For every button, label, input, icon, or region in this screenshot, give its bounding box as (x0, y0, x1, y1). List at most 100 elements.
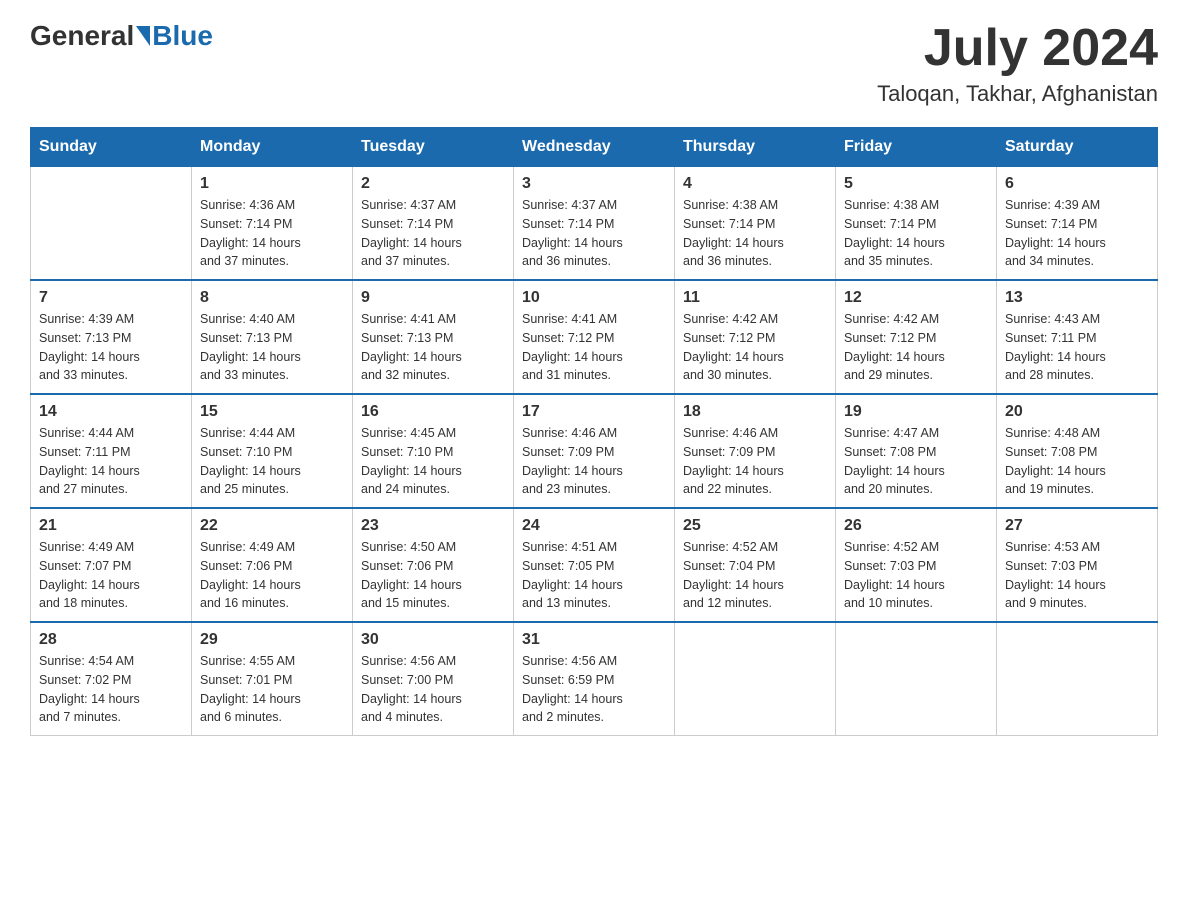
day-info: Sunrise: 4:37 AM Sunset: 7:14 PM Dayligh… (361, 196, 505, 271)
day-info: Sunrise: 4:49 AM Sunset: 7:06 PM Dayligh… (200, 538, 344, 613)
day-cell (997, 622, 1158, 736)
day-number: 17 (522, 403, 666, 421)
day-number: 15 (200, 403, 344, 421)
day-number: 12 (844, 289, 988, 307)
day-cell: 12 Sunrise: 4:42 AM Sunset: 7:12 PM Dayli… (836, 280, 997, 394)
day-cell: 6 Sunrise: 4:39 AM Sunset: 7:14 PM Daylig… (997, 167, 1158, 281)
day-cell: 9 Sunrise: 4:41 AM Sunset: 7:13 PM Daylig… (353, 280, 514, 394)
day-cell: 14 Sunrise: 4:44 AM Sunset: 7:11 PM Dayli… (31, 394, 192, 508)
day-number: 29 (200, 631, 344, 649)
day-number: 1 (200, 175, 344, 193)
day-info: Sunrise: 4:47 AM Sunset: 7:08 PM Dayligh… (844, 424, 988, 499)
day-number: 11 (683, 289, 827, 307)
day-number: 27 (1005, 517, 1149, 535)
day-cell: 16 Sunrise: 4:45 AM Sunset: 7:10 PM Dayli… (353, 394, 514, 508)
calendar-table: SundayMondayTuesdayWednesdayThursdayFrid… (30, 127, 1158, 736)
day-cell: 18Sunrise: 4:46 AM Sunset: 7:09 PM Dayli… (675, 394, 836, 508)
day-info: Sunrise: 4:42 AM Sunset: 7:12 PM Dayligh… (844, 310, 988, 385)
day-cell: 3 Sunrise: 4:37 AM Sunset: 7:14 PM Daylig… (514, 167, 675, 281)
day-number: 8 (200, 289, 344, 307)
day-info: Sunrise: 4:39 AM Sunset: 7:14 PM Dayligh… (1005, 196, 1149, 271)
header-day-wednesday: Wednesday (514, 128, 675, 167)
logo-blue-text: Blue (152, 20, 213, 52)
day-info: Sunrise: 4:38 AM Sunset: 7:14 PM Dayligh… (844, 196, 988, 271)
day-number: 22 (200, 517, 344, 535)
location-subtitle: Taloqan, Takhar, Afghanistan (877, 81, 1158, 107)
day-info: Sunrise: 4:37 AM Sunset: 7:14 PM Dayligh… (522, 196, 666, 271)
day-number: 23 (361, 517, 505, 535)
day-cell: 7Sunrise: 4:39 AM Sunset: 7:13 PM Daylig… (31, 280, 192, 394)
day-number: 28 (39, 631, 183, 649)
header-day-saturday: Saturday (997, 128, 1158, 167)
day-info: Sunrise: 4:49 AM Sunset: 7:07 PM Dayligh… (39, 538, 183, 613)
day-number: 21 (39, 517, 183, 535)
week-row-4: 21 Sunrise: 4:49 AM Sunset: 7:07 PM Dayli… (31, 508, 1158, 622)
day-number: 9 (361, 289, 505, 307)
day-info: Sunrise: 4:48 AM Sunset: 7:08 PM Dayligh… (1005, 424, 1149, 499)
day-number: 6 (1005, 175, 1149, 193)
day-cell: 13 Sunrise: 4:43 AM Sunset: 7:11 PM Dayli… (997, 280, 1158, 394)
day-info: Sunrise: 4:46 AM Sunset: 7:09 PM Dayligh… (522, 424, 666, 499)
day-cell: 4 Sunrise: 4:38 AM Sunset: 7:14 PM Daylig… (675, 167, 836, 281)
day-info: Sunrise: 4:53 AM Sunset: 7:03 PM Dayligh… (1005, 538, 1149, 613)
day-cell: 28Sunrise: 4:54 AM Sunset: 7:02 PM Dayli… (31, 622, 192, 736)
day-info: Sunrise: 4:38 AM Sunset: 7:14 PM Dayligh… (683, 196, 827, 271)
day-info: Sunrise: 4:41 AM Sunset: 7:13 PM Dayligh… (361, 310, 505, 385)
day-number: 14 (39, 403, 183, 421)
day-cell (836, 622, 997, 736)
day-number: 20 (1005, 403, 1149, 421)
day-cell: 2Sunrise: 4:37 AM Sunset: 7:14 PM Daylig… (353, 167, 514, 281)
day-number: 4 (683, 175, 827, 193)
day-info: Sunrise: 4:51 AM Sunset: 7:05 PM Dayligh… (522, 538, 666, 613)
month-year-title: July 2024 (877, 20, 1158, 77)
day-cell: 22 Sunrise: 4:49 AM Sunset: 7:06 PM Dayli… (192, 508, 353, 622)
day-cell: 20 Sunrise: 4:48 AM Sunset: 7:08 PM Dayli… (997, 394, 1158, 508)
day-info: Sunrise: 4:55 AM Sunset: 7:01 PM Dayligh… (200, 652, 344, 727)
week-row-3: 14 Sunrise: 4:44 AM Sunset: 7:11 PM Dayli… (31, 394, 1158, 508)
day-number: 13 (1005, 289, 1149, 307)
day-cell: 30 Sunrise: 4:56 AM Sunset: 7:00 PM Dayli… (353, 622, 514, 736)
day-cell (31, 167, 192, 281)
day-info: Sunrise: 4:36 AM Sunset: 7:14 PM Dayligh… (200, 196, 344, 271)
day-info: Sunrise: 4:43 AM Sunset: 7:11 PM Dayligh… (1005, 310, 1149, 385)
day-cell: 15Sunrise: 4:44 AM Sunset: 7:10 PM Dayli… (192, 394, 353, 508)
day-info: Sunrise: 4:42 AM Sunset: 7:12 PM Dayligh… (683, 310, 827, 385)
day-info: Sunrise: 4:45 AM Sunset: 7:10 PM Dayligh… (361, 424, 505, 499)
day-info: Sunrise: 4:56 AM Sunset: 6:59 PM Dayligh… (522, 652, 666, 727)
day-cell: 29 Sunrise: 4:55 AM Sunset: 7:01 PM Dayli… (192, 622, 353, 736)
day-info: Sunrise: 4:44 AM Sunset: 7:11 PM Dayligh… (39, 424, 183, 499)
day-number: 30 (361, 631, 505, 649)
day-number: 3 (522, 175, 666, 193)
day-cell: 27 Sunrise: 4:53 AM Sunset: 7:03 PM Dayli… (997, 508, 1158, 622)
title-block: July 2024 Taloqan, Takhar, Afghanistan (877, 20, 1158, 107)
day-info: Sunrise: 4:39 AM Sunset: 7:13 PM Dayligh… (39, 310, 183, 385)
day-cell (675, 622, 836, 736)
logo-general-text: General (30, 20, 134, 52)
day-info: Sunrise: 4:50 AM Sunset: 7:06 PM Dayligh… (361, 538, 505, 613)
day-cell: 17 Sunrise: 4:46 AM Sunset: 7:09 PM Dayli… (514, 394, 675, 508)
day-info: Sunrise: 4:56 AM Sunset: 7:00 PM Dayligh… (361, 652, 505, 727)
header-day-friday: Friday (836, 128, 997, 167)
week-row-2: 7Sunrise: 4:39 AM Sunset: 7:13 PM Daylig… (31, 280, 1158, 394)
logo-arrow-icon (136, 26, 150, 46)
day-number: 16 (361, 403, 505, 421)
day-cell: 1 Sunrise: 4:36 AM Sunset: 7:14 PM Daylig… (192, 167, 353, 281)
day-cell: 19 Sunrise: 4:47 AM Sunset: 7:08 PM Dayli… (836, 394, 997, 508)
day-number: 31 (522, 631, 666, 649)
day-cell: 31 Sunrise: 4:56 AM Sunset: 6:59 PM Dayli… (514, 622, 675, 736)
day-info: Sunrise: 4:52 AM Sunset: 7:03 PM Dayligh… (844, 538, 988, 613)
day-cell: 11 Sunrise: 4:42 AM Sunset: 7:12 PM Dayli… (675, 280, 836, 394)
day-info: Sunrise: 4:46 AM Sunset: 7:09 PM Dayligh… (683, 424, 827, 499)
days-header-row: SundayMondayTuesdayWednesdayThursdayFrid… (31, 128, 1158, 167)
day-info: Sunrise: 4:41 AM Sunset: 7:12 PM Dayligh… (522, 310, 666, 385)
day-info: Sunrise: 4:40 AM Sunset: 7:13 PM Dayligh… (200, 310, 344, 385)
logo: General Blue (30, 20, 213, 52)
day-number: 19 (844, 403, 988, 421)
day-cell: 8 Sunrise: 4:40 AM Sunset: 7:13 PM Daylig… (192, 280, 353, 394)
day-number: 10 (522, 289, 666, 307)
page-header: General Blue July 2024 Taloqan, Takhar, … (30, 20, 1158, 107)
day-number: 26 (844, 517, 988, 535)
day-cell: 21 Sunrise: 4:49 AM Sunset: 7:07 PM Dayli… (31, 508, 192, 622)
week-row-1: 1 Sunrise: 4:36 AM Sunset: 7:14 PM Daylig… (31, 167, 1158, 281)
header-day-sunday: Sunday (31, 128, 192, 167)
